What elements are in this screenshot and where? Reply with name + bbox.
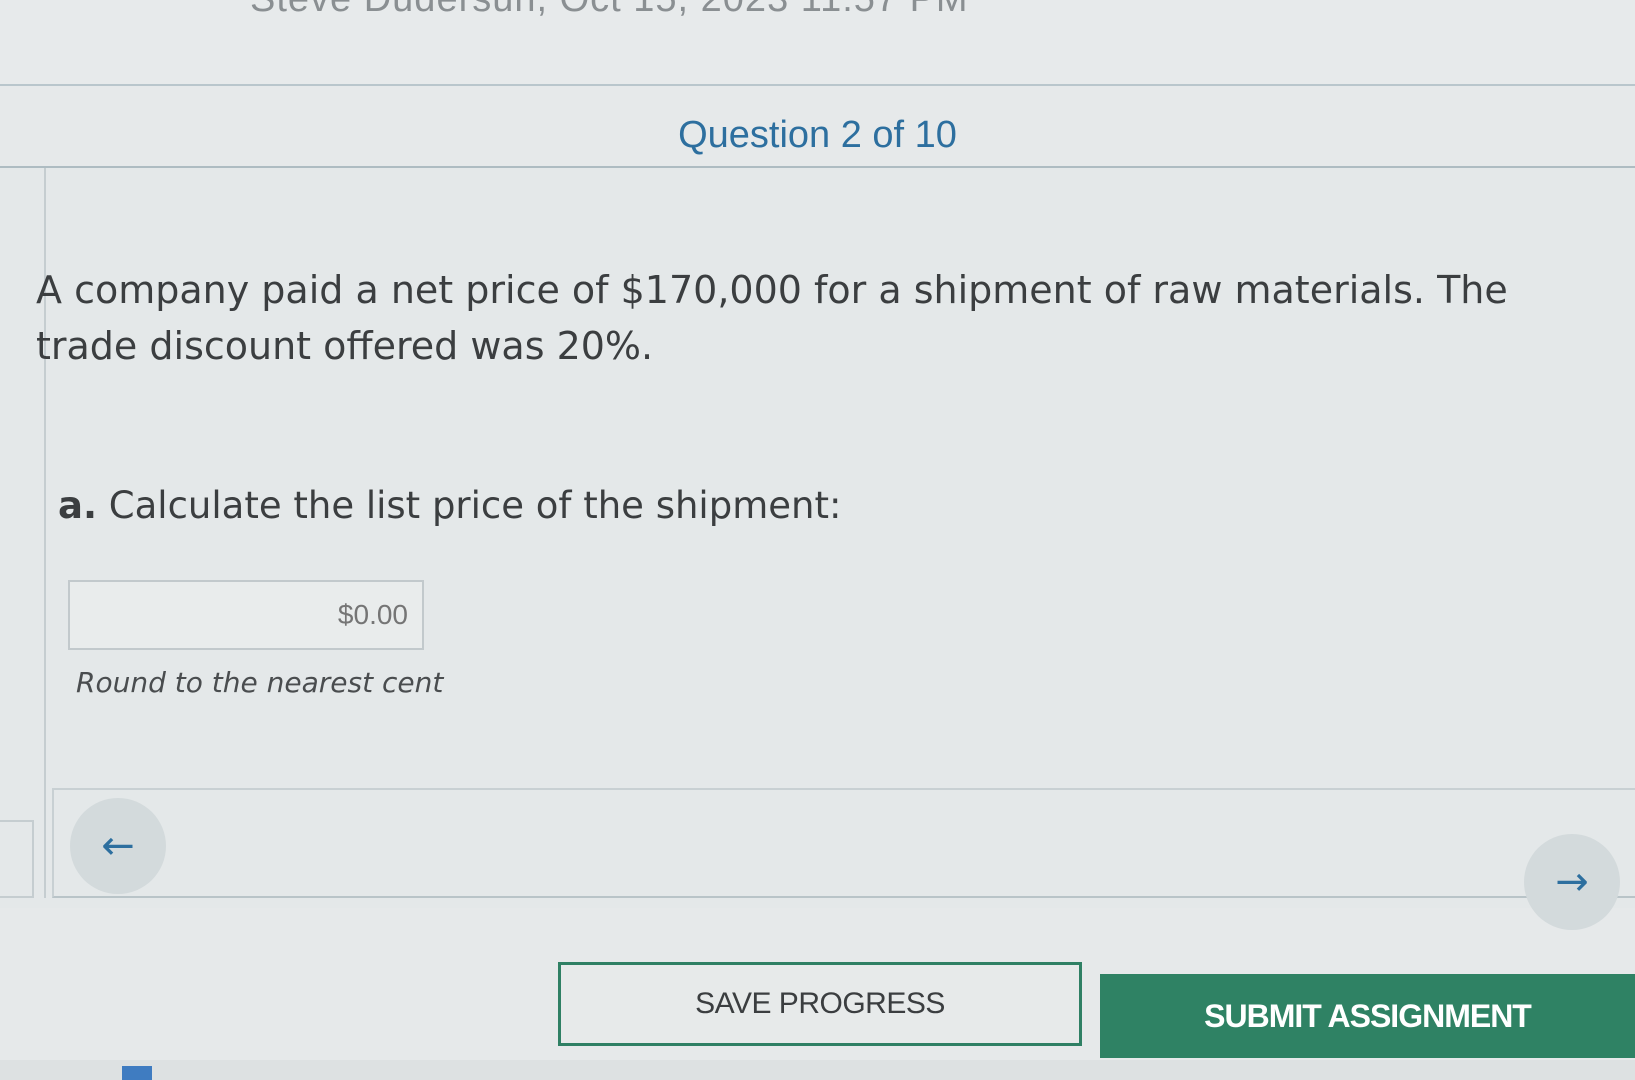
arrow-left-icon: ←	[101, 823, 135, 869]
question-counter: Question 2 of 10	[678, 114, 957, 156]
left-edge-block	[0, 820, 34, 898]
part-a-label: a. Calculate the list price of the shipm…	[58, 484, 841, 527]
header-cut-text: Steve Dudersun, Oct 15, 2023 11:57 PM	[250, 0, 969, 21]
answer-input[interactable]	[68, 580, 424, 650]
save-progress-button[interactable]: SAVE PROGRESS	[558, 962, 1082, 1046]
header-divider	[0, 84, 1635, 86]
header-strip: Steve Dudersun, Oct 15, 2023 11:57 PM	[0, 0, 1635, 86]
part-text: Calculate the list price of the shipment…	[108, 484, 842, 527]
question-prompt: A company paid a net price of $170,000 f…	[36, 268, 1508, 368]
rounding-hint: Round to the nearest cent	[76, 666, 444, 699]
navigation-bar	[52, 788, 1635, 898]
bottom-strip	[0, 1060, 1635, 1080]
arrow-right-icon: →	[1555, 859, 1589, 905]
next-question-button[interactable]: →	[1524, 834, 1620, 930]
previous-question-button[interactable]: ←	[70, 798, 166, 894]
taskbar-app-icon[interactable]	[122, 1066, 152, 1080]
submit-assignment-button[interactable]: SUBMIT ASSIGNMENT	[1100, 974, 1635, 1058]
assignment-page: Steve Dudersun, Oct 15, 2023 11:57 PM Qu…	[0, 0, 1635, 1080]
part-marker: a.	[58, 484, 98, 527]
